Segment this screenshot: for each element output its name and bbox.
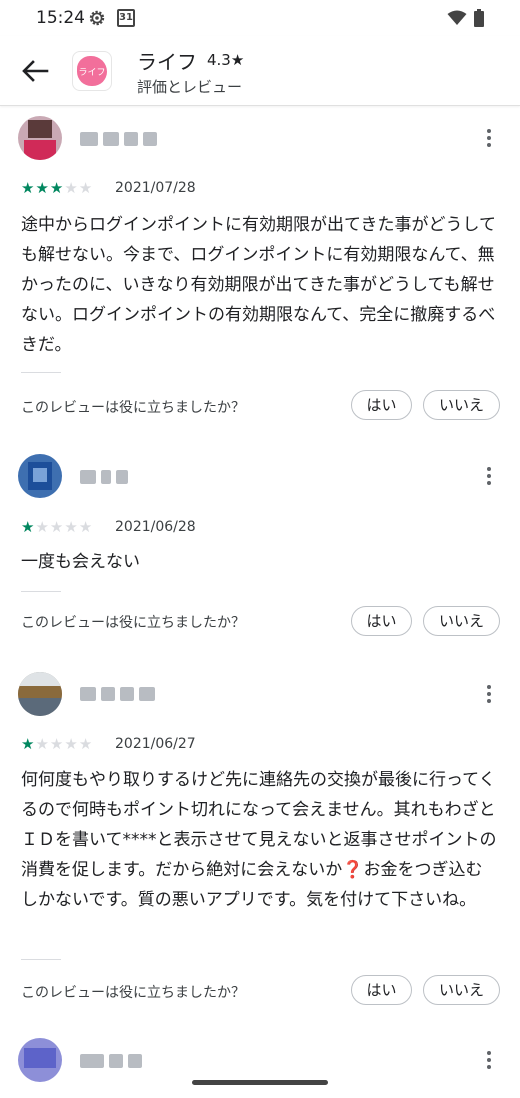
- reviewer-name-blurred: [80, 687, 155, 701]
- star-rating: ★ ★ ★ ★ ★: [21, 180, 92, 196]
- gesture-nav-handle[interactable]: [192, 1080, 328, 1085]
- review-card: ★ ★ ★ ★ ★ 2021/06/28 一度も会えない このレビューは役に立ち…: [0, 436, 520, 654]
- back-arrow-icon[interactable]: [20, 58, 50, 84]
- battery-icon: [474, 9, 484, 27]
- helpful-question: このレビューは役に立ちましたか？: [21, 615, 245, 631]
- reviewer-name-blurred: [80, 1054, 142, 1068]
- review-date: 2021/07/28: [115, 180, 196, 196]
- wifi-icon: [447, 10, 467, 25]
- review-text: 何何度もやり取りするけど先に連絡先の交換が最後に行ってくるので何時もポイント切れ…: [21, 770, 497, 910]
- avatar[interactable]: [18, 454, 62, 498]
- helpful-question: このレビューは役に立ちましたか？: [21, 400, 245, 416]
- no-button[interactable]: いいえ: [423, 975, 500, 1005]
- review-card: [0, 1024, 520, 1098]
- star-icon: ★: [64, 518, 78, 536]
- star-icon: ★: [21, 735, 35, 753]
- more-options-icon[interactable]: [486, 466, 492, 486]
- app-icon[interactable]: ライフ: [72, 51, 112, 91]
- divider: [21, 591, 61, 592]
- review-text: 一度も会えない: [21, 552, 140, 572]
- star-icon: ★: [64, 735, 78, 753]
- review-card: ★ ★ ★ ★ ★ 2021/06/27 何何度もやり取りするけど先に連絡先の交…: [0, 654, 520, 1024]
- avatar[interactable]: [18, 116, 62, 160]
- star-icon: ★: [64, 179, 78, 197]
- no-button[interactable]: いいえ: [423, 390, 500, 420]
- app-icon-blob: ライフ: [77, 56, 107, 86]
- review-text: 途中からログインポイントに有効期限が出てきた事がどうしても解せない。今まで、ログ…: [21, 215, 496, 355]
- status-bar: 15:24 31: [0, 0, 520, 36]
- star-icon: ★: [21, 518, 35, 536]
- star-icon: ★: [35, 179, 49, 197]
- status-time: 15:24: [36, 8, 85, 28]
- star-icon: ★: [35, 518, 49, 536]
- star-icon: ★: [49, 179, 64, 197]
- star-icon: ★: [78, 179, 93, 197]
- avatar[interactable]: [18, 1038, 62, 1082]
- more-options-icon[interactable]: [486, 128, 492, 148]
- app-rating: 4.3★: [207, 51, 245, 69]
- no-button[interactable]: いいえ: [423, 606, 500, 636]
- star-icon: ★: [49, 735, 64, 753]
- yes-button[interactable]: はい: [351, 390, 412, 420]
- yes-button[interactable]: はい: [351, 975, 412, 1005]
- divider: [21, 372, 61, 373]
- reviewer-name-blurred: [80, 132, 157, 146]
- divider: [21, 959, 61, 960]
- helpful-question: このレビューは役に立ちましたか？: [21, 985, 245, 1001]
- app-name: ライフ: [137, 50, 197, 74]
- reviewer-name-blurred: [80, 470, 128, 484]
- calendar-icon: 31: [117, 9, 135, 27]
- star-icon: ★: [35, 735, 49, 753]
- yes-button[interactable]: はい: [351, 606, 412, 636]
- app-icon-label: ライフ: [78, 68, 106, 78]
- more-options-icon[interactable]: [486, 1050, 492, 1070]
- avatar[interactable]: [18, 672, 62, 716]
- gear-icon: [89, 10, 105, 26]
- review-date: 2021/06/28: [115, 519, 196, 535]
- more-options-icon[interactable]: [486, 684, 492, 704]
- star-icon: ★: [49, 518, 64, 536]
- star-rating: ★ ★ ★ ★ ★: [21, 736, 92, 752]
- review-date: 2021/06/27: [115, 736, 196, 752]
- star-rating: ★ ★ ★ ★ ★: [21, 519, 92, 535]
- review-card: ★ ★ ★ ★ ★ 2021/07/28 途中からログインポイントに有効期限が出…: [0, 106, 520, 436]
- app-header: ライフ ライフ 4.3★ 評価とレビュー: [0, 36, 520, 106]
- star-icon: ★: [78, 735, 93, 753]
- star-icon: ★: [78, 518, 93, 536]
- page-subtitle: 評価とレビュー: [137, 78, 243, 96]
- star-icon: ★: [21, 179, 35, 197]
